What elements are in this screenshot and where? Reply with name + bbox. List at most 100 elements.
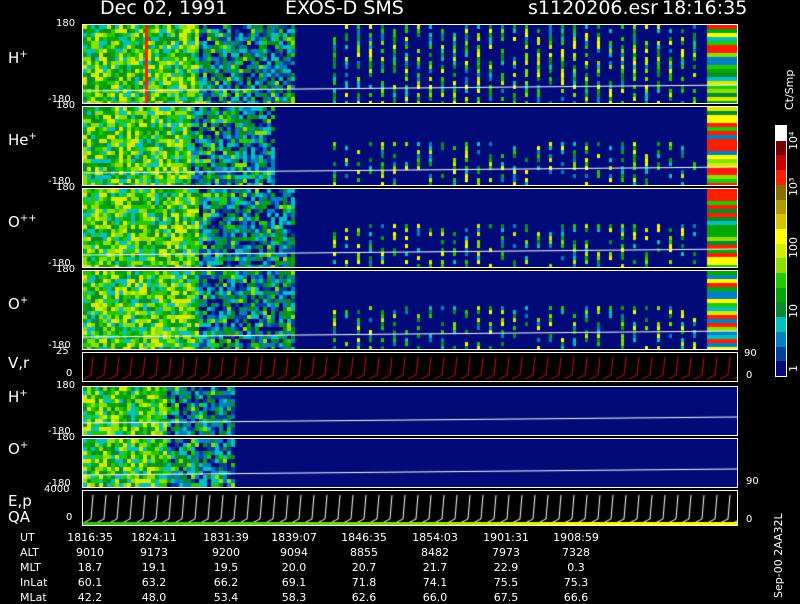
panel-5-plot	[83, 353, 737, 381]
panel-4-ion-label: O+	[8, 295, 28, 313]
panel-6-plot	[83, 387, 737, 435]
panel-4-plot	[83, 271, 737, 349]
plot-date: Dec 02, 1991	[100, 0, 228, 19]
table-cell: 66.6	[563, 591, 589, 604]
panel-8-ion-label-2: QA	[8, 508, 31, 526]
colorbar-swatch	[776, 331, 786, 347]
table-cell: 1854:03	[412, 531, 458, 544]
colorbar-swatch	[776, 184, 786, 200]
panel-8	[82, 490, 738, 526]
table-cell: 69.1	[281, 576, 307, 589]
table-cell: 8855	[350, 546, 378, 559]
panel-1-ymax: 180	[56, 18, 76, 29]
table-cell: 1839:07	[271, 531, 317, 544]
colorbar-label-100: 100	[787, 237, 800, 258]
colorbar-swatch	[776, 317, 786, 332]
table-cell: 66.0	[422, 591, 448, 604]
table-cell: 53.4	[213, 591, 239, 604]
table-cell: 1816:35	[67, 531, 113, 544]
table-cell: 62.6	[351, 591, 377, 604]
colorbar-swatch	[776, 140, 786, 156]
colorbar-swatch	[776, 361, 786, 376]
panel-3-ion-label: O++	[8, 213, 37, 231]
table-row-label: InLat	[20, 576, 48, 589]
table-row-label: MLT	[20, 561, 41, 574]
panel-4	[82, 270, 738, 350]
table-cell: 19.1	[141, 561, 167, 574]
ion-charge: +	[19, 295, 29, 306]
footer-stamp: Sep-00 2AA32L	[772, 513, 785, 598]
ion-charge: +	[28, 131, 37, 142]
table-cell: 9173	[140, 546, 168, 559]
table-cell: 18.7	[77, 561, 103, 574]
colorbar-label-1: 1	[787, 365, 800, 372]
colorbar-swatch	[776, 243, 786, 259]
ion-charge: +	[19, 388, 28, 399]
table-cell: 7328	[562, 546, 590, 559]
table-cell: 58.3	[281, 591, 307, 604]
table-cell: 48.0	[141, 591, 167, 604]
table-cell: 9200	[212, 546, 240, 559]
colorbar-swatch	[776, 273, 786, 288]
colorbar-label-10: 10	[787, 304, 800, 318]
panel-5-right-bottom: 0	[746, 370, 753, 381]
table-cell: 75.3	[563, 576, 589, 589]
colorbar-swatch	[776, 258, 786, 274]
table-row-label: MLat	[20, 591, 47, 604]
table-cell: 74.1	[422, 576, 448, 589]
colorbar-swatch	[776, 287, 786, 303]
panel-7-ymax: 180	[56, 432, 76, 443]
panel-1	[82, 24, 738, 104]
table-cell: 71.8	[351, 576, 377, 589]
table-cell: 19.5	[213, 561, 239, 574]
ion-name: H	[8, 388, 20, 406]
colorbar-label-10e4: 10⁴	[787, 131, 800, 150]
table-cell: 21.7	[422, 561, 448, 574]
table-cell: 1831:39	[203, 531, 249, 544]
panel-7	[82, 438, 738, 488]
ion-name: O	[8, 213, 20, 231]
table-cell: 66.2	[213, 576, 239, 589]
panel-5-ion-label: V,r	[8, 354, 29, 372]
panel-1-plot	[83, 25, 737, 103]
panel-5-ymax: 25	[56, 346, 69, 357]
panel-8-right-bottom: 0	[746, 514, 753, 525]
panel-2	[82, 106, 738, 186]
colorbar-swatch	[776, 126, 786, 141]
table-cell: 9094	[280, 546, 308, 559]
colorbar	[775, 125, 787, 377]
table-cell: 1901:31	[483, 531, 529, 544]
panel-2-ymax: 180	[56, 100, 76, 111]
panel-6-ion-label: H+	[8, 388, 28, 406]
instrument-name: EXOS-D SMS	[285, 0, 404, 19]
table-cell: 63.2	[141, 576, 167, 589]
colorbar-swatch	[776, 199, 786, 215]
ion-name: He	[8, 131, 29, 149]
table-cell: 1908:59	[553, 531, 599, 544]
table-cell: 22.9	[493, 561, 519, 574]
panel-7-ion-label: O+	[8, 440, 28, 458]
panel-3	[82, 188, 738, 268]
plot-time: 18:16:35	[662, 0, 748, 19]
colorbar-swatch	[776, 302, 786, 318]
colorbar-swatch	[776, 170, 786, 185]
panel-2-plot	[83, 107, 737, 185]
ion-name: V,r	[8, 354, 30, 372]
panel-3-plot	[83, 189, 737, 267]
table-cell: 1846:35	[341, 531, 387, 544]
panel-2-ion-label: He+	[8, 131, 37, 149]
panel-5-right-top: 90	[744, 348, 757, 359]
panel-8-ymin: 0	[66, 512, 73, 523]
ion-name: H	[8, 49, 20, 67]
table-cell: 75.5	[493, 576, 519, 589]
ion-charge: +	[19, 49, 28, 60]
panel-6	[82, 386, 738, 436]
colorbar-swatch	[776, 228, 786, 244]
panel-8-ymax: 4000	[44, 484, 70, 495]
table-cell: 7973	[492, 546, 520, 559]
ion-name: O	[8, 295, 20, 313]
colorbar-swatch	[776, 346, 786, 362]
panel-4-ymax: 180	[56, 264, 76, 275]
table-cell: 20.7	[351, 561, 377, 574]
table-cell: 60.1	[77, 576, 103, 589]
